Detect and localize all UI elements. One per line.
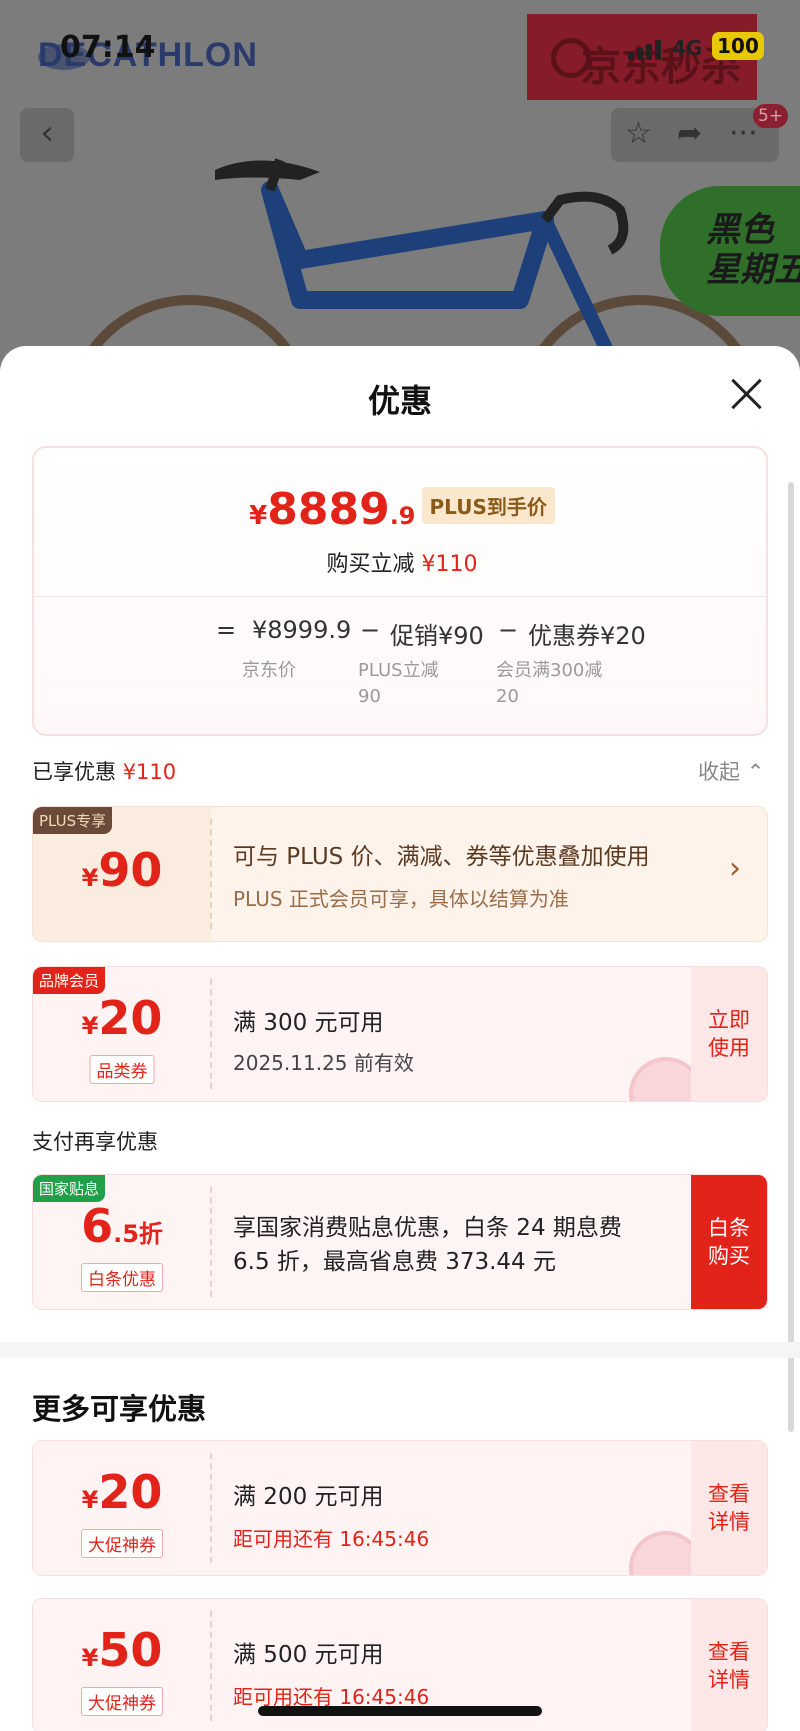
coupon-type-tag: 大促神券 (81, 1529, 163, 1558)
sheet-title: 优惠 (367, 382, 432, 420)
coupon-amount-panel: ¥50 大促神券 (33, 1599, 211, 1731)
plus-price-tag: PLUS到手价 (421, 487, 555, 524)
share-icon[interactable]: ➦ (677, 116, 702, 151)
currency-symbol: ¥ (81, 864, 99, 892)
coupon-amount: ¥20 (33, 991, 211, 1045)
minus-sign: − (360, 616, 381, 644)
subsidy-description: 享国家消费贴息优惠，白条 24 期息费 6.5 折，最高省息费 373.44 元 (233, 1215, 622, 1275)
chevron-right-icon: › (729, 851, 741, 886)
view-details-button[interactable]: 查看详情 (691, 1599, 767, 1731)
promo-coupon: ¥20 大促神券 满 200 元可用 距可用还有 16:45:46 查看详情 (32, 1440, 768, 1576)
discount-decimal: .5 (113, 1220, 139, 1248)
coupon-countdown: 距可用还有 16:45:46 (233, 1527, 430, 1551)
minus-sign: − (498, 616, 519, 644)
coupon-sub-line2: 20 (496, 686, 519, 707)
network-type: 4G (672, 36, 703, 60)
black-friday-line1: 黑色 (706, 210, 774, 250)
coupon-sub-label: 会员满300减 20 (496, 658, 602, 710)
divider (210, 979, 212, 1089)
scrollbar[interactable] (788, 482, 794, 1432)
promo-sub-line2: 90 (358, 686, 381, 707)
pay-section-title: 支付再享优惠 (32, 1130, 158, 1154)
black-friday-line2: 星期五 (706, 250, 800, 290)
use-now-button[interactable]: 立即使用 (691, 967, 767, 1101)
close-icon[interactable] (728, 376, 764, 412)
jd-price-label: 京东价 (242, 660, 296, 681)
brand-member-badge: 品牌会员 (33, 967, 106, 994)
view-details-button[interactable]: 查看详情 (691, 1441, 767, 1575)
notification-badge: 5+ (753, 104, 789, 128)
battery-indicator: 100 (712, 32, 764, 60)
divider (210, 819, 212, 929)
chevron-left-icon: ‹ (40, 113, 54, 153)
currency-symbol: ¥ (81, 1012, 99, 1040)
final-price-decimal: .9 (389, 502, 416, 530)
currency-symbol: ¥ (81, 1486, 99, 1514)
home-indicator[interactable] (258, 1706, 542, 1716)
enjoyed-amount: ¥110 (122, 760, 177, 784)
promo-sub-label: PLUS立减 90 (358, 658, 439, 710)
national-subsidy-badge: 国家贴息 (33, 1175, 106, 1202)
back-button[interactable]: ‹ (20, 108, 74, 162)
coupon-amount-panel: ¥20 大促神券 (33, 1441, 211, 1575)
divider (210, 1453, 212, 1563)
coupon-amount: ¥50 (33, 1623, 211, 1677)
coupon-threshold: 满 300 元可用 (233, 1010, 384, 1036)
coupon-value: 50 (98, 1623, 163, 1677)
section-separator (0, 1342, 800, 1358)
divider (210, 1611, 212, 1721)
purchase-reduce: 购买立减 ¥110 (34, 546, 770, 578)
promo-discount: 促销¥90 (390, 622, 484, 650)
coupon-expiry: 2025.11.25 前有效 (233, 1051, 414, 1075)
final-price-main: 8889 (267, 484, 390, 535)
coupon-type-tag: 品类券 (89, 1055, 155, 1084)
more-discounts-title: 更多可享优惠 (32, 1392, 207, 1426)
enjoyed-label: 已享优惠 (32, 760, 116, 784)
divider (34, 596, 766, 597)
coupon-value: 20 (98, 991, 163, 1045)
discount-sheet: 优惠 ¥8889.9 PLUS到手价 购买立减 ¥110 = ¥8999.9 − … (0, 346, 800, 1731)
coupon-threshold: 满 500 元可用 (233, 1642, 384, 1668)
coupon-description: 可与 PLUS 价、满减、券等优惠叠加使用 (233, 844, 650, 870)
divider (210, 1187, 212, 1297)
discount-unit: 折 (138, 1220, 163, 1248)
price-summary-card: ¥8889.9 PLUS到手价 购买立减 ¥110 = ¥8999.9 − 促销¥… (32, 446, 768, 736)
plus-exclusive-badge: PLUS专享 (33, 807, 113, 834)
coupon-sub-line1: 会员满300减 (496, 660, 603, 681)
reduce-label: 购买立减 (326, 552, 415, 577)
coupon-discount: 优惠券¥20 (528, 622, 646, 650)
baitiao-buy-button[interactable]: 白条购买 (691, 1175, 767, 1309)
signal-icon (628, 38, 662, 60)
coupon-amount: 6.5折 (33, 1199, 211, 1253)
black-friday-badge: 黑色 星期五 (660, 186, 800, 316)
coupon-type-tag: 白条优惠 (81, 1263, 163, 1292)
coupon-value: 90 (98, 843, 163, 897)
promo-sub-line1: PLUS立减 (358, 660, 439, 681)
enjoyed-discount-header: 已享优惠 ¥110 (32, 756, 176, 786)
coupon-value: 20 (98, 1465, 163, 1519)
discount-value: 6 (81, 1199, 114, 1253)
plus-exclusive-coupon[interactable]: ¥90 PLUS专享 可与 PLUS 价、满减、券等优惠叠加使用 PLUS 正式… (32, 806, 768, 942)
currency-symbol: ¥ (249, 501, 268, 531)
coupon-threshold: 满 200 元可用 (233, 1484, 384, 1510)
chevron-up-icon: ⌃ (746, 760, 765, 784)
collapse-button[interactable]: 收起 ⌃ (698, 756, 764, 786)
coupon-type-tag: 大促神券 (81, 1687, 163, 1716)
final-price: ¥8889.9 PLUS到手价 (34, 484, 770, 535)
coupon-condition: PLUS 正式会员可享，具体以结算为准 (233, 887, 569, 911)
coupon-amount: ¥90 (33, 843, 211, 897)
collapse-label: 收起 (698, 760, 740, 784)
reduce-amount: ¥110 (421, 552, 478, 577)
national-subsidy-coupon: 6.5折 白条优惠 国家贴息 享国家消费贴息优惠，白条 24 期息费 6.5 折… (32, 1174, 768, 1310)
product-page-background: DECATHLON 京东秒杀 07:14 4G 100 ‹ ☆ ➦ ··· 5+… (0, 0, 800, 380)
coupon-amount: ¥20 (33, 1465, 211, 1519)
currency-symbol: ¥ (81, 1644, 99, 1672)
brand-member-coupon: ¥20 品类券 品牌会员 满 300 元可用 2025.11.25 前有效 立即… (32, 966, 768, 1102)
star-icon[interactable]: ☆ (625, 116, 652, 151)
equals-sign: = (216, 616, 237, 644)
jd-price: ¥8999.9 (252, 616, 352, 644)
status-time: 07:14 (60, 30, 156, 65)
status-bar: 07:14 4G 100 (0, 30, 800, 70)
